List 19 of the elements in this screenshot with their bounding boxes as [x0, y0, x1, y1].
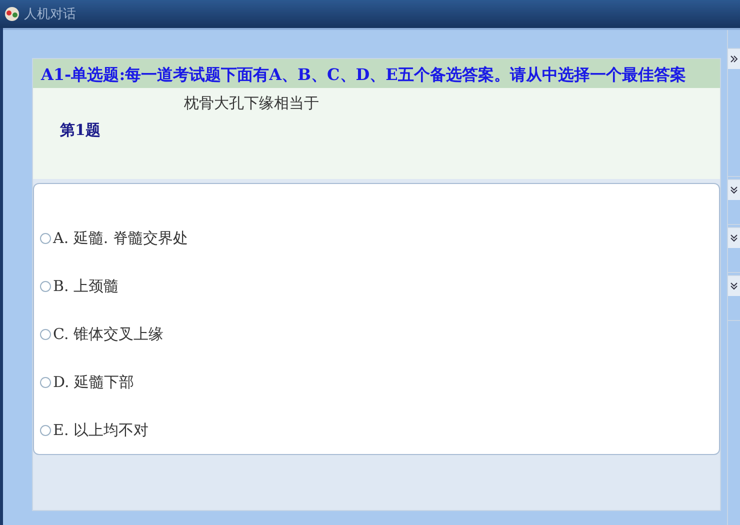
question-text: 枕骨大孔下缘相当于: [184, 94, 320, 113]
option-label[interactable]: D. 延髓下部: [53, 372, 134, 392]
section-heading: A1-单选题:每一道考试题下面有A、B、C、D、E五个备选答案。请从中选择一个最佳答案: [33, 59, 720, 88]
side-panel-header[interactable]: [728, 227, 740, 248]
radio-button[interactable]: [40, 232, 51, 244]
radio-button[interactable]: [40, 376, 51, 388]
radio-button[interactable]: [40, 424, 51, 436]
window-title: 人机对话: [24, 6, 76, 23]
option-label[interactable]: B. 上颈髓: [53, 276, 119, 296]
side-panel-header[interactable]: [728, 48, 740, 69]
radio-button[interactable]: [40, 328, 51, 340]
radio-button[interactable]: [40, 280, 51, 292]
option-label[interactable]: C. 锥体交叉上缘: [53, 324, 164, 344]
question-number: 第1题: [60, 121, 102, 140]
option-label[interactable]: E. 以上均不对: [53, 420, 148, 440]
side-panel-header[interactable]: [728, 179, 740, 200]
app-icon: [4, 6, 20, 22]
option-label[interactable]: A. 延髓. 脊髓交界处: [53, 228, 188, 248]
side-panel-header[interactable]: [728, 275, 740, 296]
